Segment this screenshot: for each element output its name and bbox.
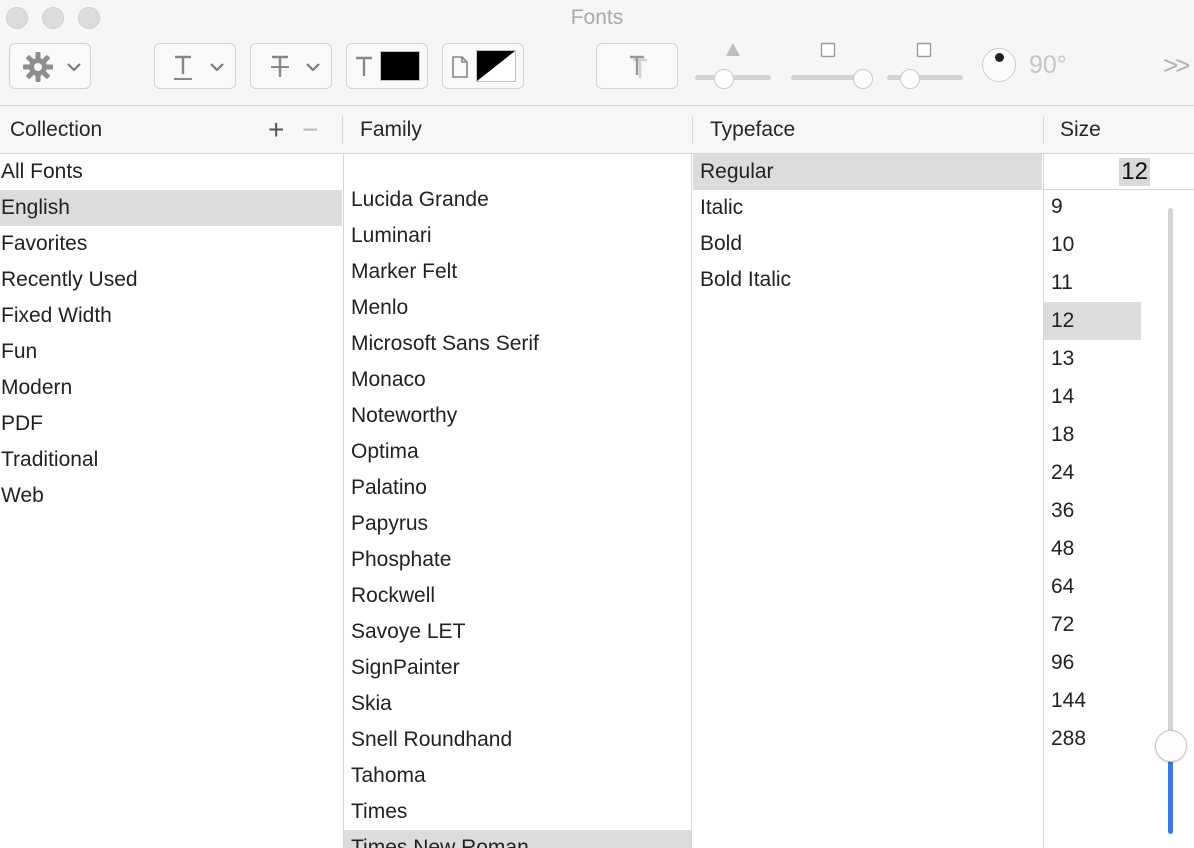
family-item[interactable]: Menlo	[344, 290, 691, 326]
plus-icon[interactable]: +	[268, 116, 284, 144]
collection-item[interactable]: Modern	[0, 370, 342, 406]
shadow-angle-knob[interactable]	[982, 48, 1016, 82]
typeface-item[interactable]: Bold	[693, 226, 1042, 262]
minus-icon[interactable]: −	[302, 116, 318, 144]
collection-item[interactable]: Favorites	[0, 226, 342, 262]
family-item[interactable]: Times New Roman	[344, 830, 691, 848]
size-field[interactable]: 12	[1044, 154, 1194, 190]
angle-indicator	[995, 53, 1004, 62]
document-icon	[452, 56, 468, 78]
size-header: Size	[1060, 118, 1101, 141]
typeface-item[interactable]: Bold Italic	[693, 262, 1042, 298]
family-item[interactable]: Lucida Grande	[344, 182, 691, 218]
size-item[interactable]: 96	[1044, 644, 1141, 682]
typeface-header: Typeface	[710, 118, 796, 141]
chevron-down-icon	[306, 63, 320, 72]
size-slider-knob[interactable]	[1155, 730, 1187, 763]
size-item[interactable]: 64	[1044, 568, 1141, 606]
family-item[interactable]: Snell Roundhand	[344, 722, 691, 758]
typeface-item[interactable]: Regular	[693, 154, 1042, 190]
underline-icon	[174, 55, 192, 80]
collection-item[interactable]: Fun	[0, 334, 342, 370]
shadow-angle-label: 90°	[1029, 51, 1067, 79]
collection-item[interactable]: Web	[0, 478, 342, 514]
size-item[interactable]: 288	[1044, 720, 1141, 758]
collection-item[interactable]: Traditional	[0, 442, 342, 478]
size-item[interactable]: 14	[1044, 378, 1141, 416]
document-color-swatch	[476, 50, 516, 82]
family-item[interactable]: Tahoma	[344, 758, 691, 794]
size-item[interactable]: 72	[1044, 606, 1141, 644]
family-item[interactable]: Monaco	[344, 362, 691, 398]
window-title: Fonts	[570, 6, 624, 29]
family-item[interactable]: Noteworthy	[344, 398, 691, 434]
family-item[interactable]: Microsoft Sans Serif	[344, 326, 691, 362]
family-item-partial	[344, 154, 691, 182]
text-color-button[interactable]	[346, 43, 428, 89]
family-item[interactable]: Marker Felt	[344, 254, 691, 290]
family-list: Lucida Grande Luminari Marker Felt Menlo…	[343, 154, 692, 848]
family-item[interactable]: Phosphate	[344, 542, 691, 578]
underline-menu-button[interactable]	[154, 43, 236, 89]
strikethrough-menu-button[interactable]	[250, 43, 332, 89]
gear-icon	[23, 52, 53, 82]
size-item[interactable]: 24	[1044, 454, 1141, 492]
collection-header: Collection	[10, 118, 103, 141]
size-item[interactable]: 144	[1044, 682, 1141, 720]
family-item[interactable]: Papyrus	[344, 506, 691, 542]
column-divider	[342, 116, 343, 144]
size-list: 9 10 11 12 13 14 18 24 36 48 64 72 96 14…	[1044, 188, 1141, 758]
collection-item[interactable]: Fixed Width	[0, 298, 342, 334]
family-item[interactable]: Times	[344, 794, 691, 830]
text-shadow-icon	[630, 55, 647, 78]
document-color-button[interactable]	[442, 43, 524, 89]
family-item[interactable]: Palatino	[344, 470, 691, 506]
family-item[interactable]: SignPainter	[344, 650, 691, 686]
size-item[interactable]: 18	[1044, 416, 1141, 454]
family-item[interactable]: Luminari	[344, 218, 691, 254]
toolbar-overflow-button[interactable]: >>	[1163, 50, 1190, 81]
collection-item[interactable]: All Fonts	[0, 154, 342, 190]
size-item[interactable]: 11	[1044, 264, 1141, 302]
collection-item[interactable]: English	[0, 190, 342, 226]
size-item[interactable]: 13	[1044, 340, 1141, 378]
family-item[interactable]: Savoye LET	[344, 614, 691, 650]
shadow-blur-icon	[820, 42, 836, 58]
size-item[interactable]: 36	[1044, 492, 1141, 530]
size-panel: 12 9 10 11 12 13 14 18 24 36 48 64 72 96…	[1043, 154, 1194, 848]
size-field-value[interactable]: 12	[1119, 158, 1150, 186]
chevron-down-icon	[210, 63, 224, 72]
family-item[interactable]: Skia	[344, 686, 691, 722]
family-item[interactable]: Optima	[344, 434, 691, 470]
collection-list: All Fonts English Favorites Recently Use…	[0, 154, 342, 848]
text-color-icon	[356, 56, 372, 76]
shadow-offset-slider-knob[interactable]	[899, 69, 920, 89]
column-headers: Collection + − Family Typeface Size	[0, 106, 1194, 154]
chevron-down-icon	[67, 63, 81, 72]
strikethrough-icon	[271, 55, 289, 77]
toolbar: Fonts 90° >>	[0, 0, 1194, 106]
text-shadow-button[interactable]	[596, 43, 678, 89]
shadow-offset-slider[interactable]	[887, 75, 963, 80]
family-item[interactable]: Rockwell	[344, 578, 691, 614]
shadow-opacity-slider-knob[interactable]	[713, 69, 734, 89]
text-color-swatch	[380, 51, 420, 81]
size-item[interactable]: 9	[1044, 188, 1141, 226]
collection-item[interactable]: Recently Used	[0, 262, 342, 298]
typeface-item[interactable]: Italic	[693, 190, 1042, 226]
shadow-blur-slider-knob[interactable]	[853, 69, 874, 89]
collection-item[interactable]: PDF	[0, 406, 342, 442]
column-divider	[692, 116, 693, 144]
size-item[interactable]: 10	[1044, 226, 1141, 264]
family-header: Family	[360, 118, 422, 141]
size-item[interactable]: 12	[1044, 302, 1141, 340]
typeface-list: Regular Italic Bold Bold Italic	[693, 154, 1042, 848]
actions-menu-button[interactable]	[9, 43, 91, 89]
shadow-opacity-icon	[726, 43, 740, 56]
size-item[interactable]: 48	[1044, 530, 1141, 568]
shadow-offset-icon	[916, 42, 932, 58]
column-divider	[1043, 116, 1044, 144]
